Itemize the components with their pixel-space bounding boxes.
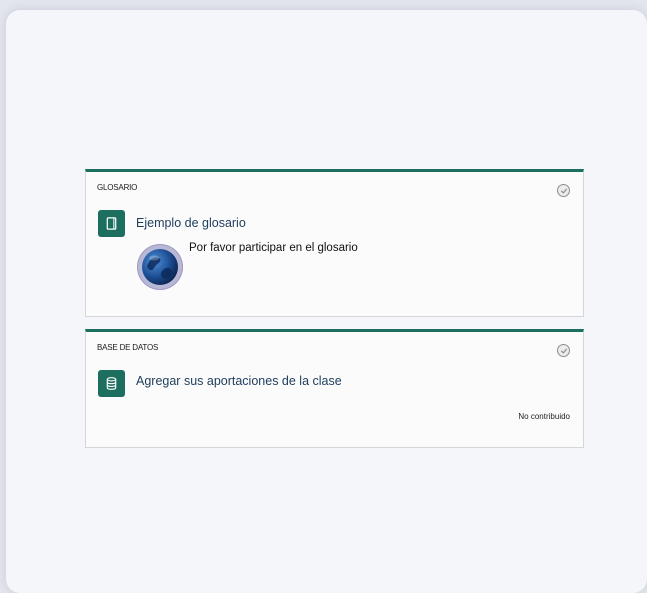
completion-check-icon[interactable] [557, 344, 570, 357]
activity-description: Por favor participar en el glosario [189, 242, 358, 254]
course-page: GLOSARIO Ejemplo de glosario Por favor p… [6, 10, 647, 593]
activity-card-glossary: GLOSARIO Ejemplo de glosario Por favor p… [85, 169, 584, 317]
activity-card-database: BASE DE DATOS Agregar sus aportaciones d… [85, 329, 584, 448]
database-icon[interactable] [98, 370, 125, 397]
activity-link-database[interactable]: Agregar sus aportaciones de la clase [136, 374, 342, 388]
activity-type-label: GLOSARIO [97, 183, 138, 192]
globe-icon [137, 244, 183, 290]
completion-status: No contribuido [518, 412, 570, 421]
activity-type-label: BASE DE DATOS [97, 343, 159, 352]
completion-check-icon[interactable] [557, 184, 570, 197]
activity-link-glossary[interactable]: Ejemplo de glosario [136, 216, 246, 230]
glossary-icon[interactable] [98, 210, 125, 237]
